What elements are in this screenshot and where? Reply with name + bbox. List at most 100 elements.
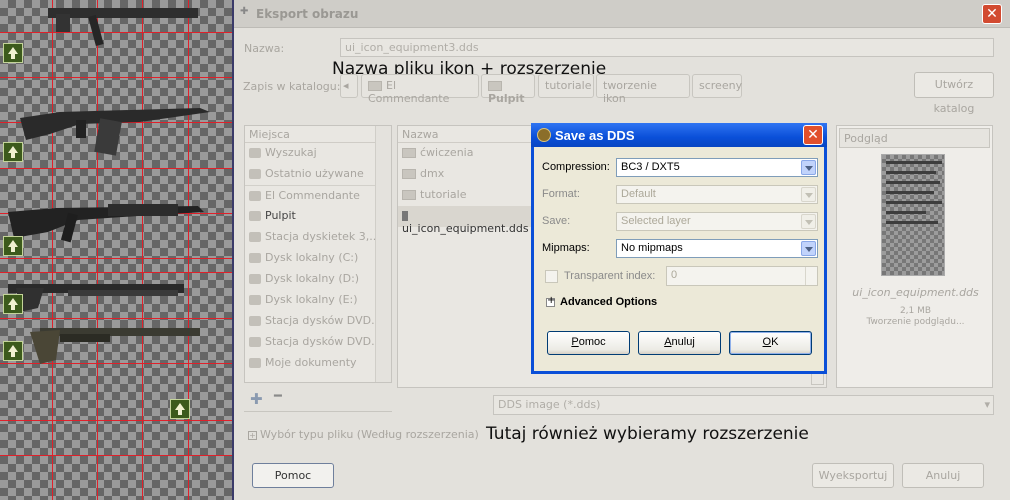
breadcrumb-label: tworzenie ikon [603, 79, 657, 105]
place-item[interactable]: Dysk lokalny (D:) [245, 269, 391, 290]
guide-line [0, 420, 232, 421]
gimp-icon [537, 128, 551, 142]
remove-place-icon[interactable]: ━ [274, 389, 282, 404]
place-label: Moje dokumenty [265, 356, 357, 369]
format-value: Default [621, 188, 656, 200]
transparent-index-value: 0 [671, 269, 678, 281]
assault-rifle-icon [8, 204, 204, 243]
place-item[interactable]: Stacja dysków DVD... [245, 332, 391, 353]
preview-status: Tworzenie podglądu... [866, 317, 965, 327]
save-select[interactable]: Selected layer [616, 212, 818, 231]
file-label: ćwiczenia [420, 146, 474, 159]
shotgun-icon [8, 284, 184, 312]
add-place-icon[interactable]: ✚ [250, 390, 263, 408]
place-label: Wyszukaj [265, 146, 317, 159]
chevron-down-icon [801, 241, 816, 256]
guide-line [0, 77, 232, 78]
breadcrumb-item[interactable]: El Commendante [361, 74, 479, 105]
dds-title: Save as DDS [555, 128, 635, 143]
pin-icon: ✚ [240, 6, 249, 17]
place-item[interactable]: Pulpit [245, 206, 391, 227]
rifle-icon [48, 8, 198, 47]
layer-arrow-icon [3, 43, 23, 63]
guide-line [0, 168, 232, 169]
chevron-left-icon: ◂ [343, 79, 349, 92]
advanced-options-expander[interactable]: Advanced Options [560, 296, 657, 308]
help-button[interactable]: Pomoc [252, 463, 334, 488]
chevron-down-icon [801, 187, 816, 202]
create-folder-button[interactable]: Utwórz katalog [914, 72, 994, 115]
close-button[interactable]: ✕ [982, 4, 1002, 24]
place-item[interactable]: Moje dokumenty [245, 353, 391, 374]
transparent-index-checkbox[interactable] [545, 270, 558, 283]
breadcrumb-item[interactable]: tworzenie ikon [596, 74, 690, 105]
places-scrollbar[interactable] [375, 126, 391, 382]
transparent-index-spinner[interactable]: 0 [666, 266, 818, 286]
dvd-icon [249, 337, 261, 347]
format-select[interactable]: Default [616, 185, 818, 204]
file-label: ui_icon_equipment.dds [402, 222, 529, 235]
dds-ok-label: OK [762, 336, 779, 348]
expand-icon: + [248, 431, 257, 440]
place-label: Stacja dyskietek 3,... [265, 230, 380, 243]
breadcrumb-back-button[interactable]: ◂ [340, 74, 358, 98]
mipmaps-value: No mipmaps [621, 242, 683, 254]
main-title: Eksport obrazu [256, 7, 359, 21]
folder-icon [402, 169, 416, 179]
file-type-expander[interactable]: + Wybór typu pliku (Według rozszerzenia) [248, 428, 479, 441]
folder-icon [249, 191, 261, 201]
place-item[interactable]: Dysk lokalny (C:) [245, 248, 391, 269]
mipmaps-select[interactable]: No mipmaps [616, 239, 818, 258]
save-label: Save: [542, 215, 571, 227]
save-in-label: Zapis w katalogu: [243, 80, 341, 93]
image-canvas[interactable] [0, 0, 232, 500]
place-item[interactable]: Ostatnio używane [245, 164, 391, 185]
dds-titlebar[interactable]: Save as DDS ✕ [531, 123, 827, 147]
main-titlebar[interactable]: ✚ Eksport obrazu ✕ [234, 0, 1010, 28]
dds-ok-button[interactable]: OK [729, 331, 812, 355]
chevron-down-icon [801, 160, 816, 175]
export-button[interactable]: Wyeksportuj [812, 463, 894, 488]
expand-icon[interactable] [546, 295, 555, 307]
place-label: Dysk lokalny (C:) [265, 251, 359, 264]
compression-select[interactable]: BC3 / DXT5 [616, 158, 818, 177]
place-item[interactable]: Wyszukaj [245, 143, 391, 164]
save-value: Selected layer [621, 215, 691, 227]
file-type-select[interactable]: DDS image (*.dds) ▾ [493, 395, 994, 415]
dds-close-button[interactable]: ✕ [803, 125, 823, 145]
guide-line [0, 272, 232, 273]
folder-icon [368, 81, 382, 91]
place-item[interactable]: Dysk lokalny (E:) [245, 290, 391, 311]
file-type-value: DDS image (*.dds) [498, 398, 601, 411]
place-item[interactable]: Stacja dyskietek 3,... [245, 227, 391, 248]
disk-icon [249, 274, 261, 284]
place-label: Dysk lokalny (D:) [265, 272, 360, 285]
dds-help-button[interactable]: Pomoc [547, 331, 630, 355]
breadcrumb-item[interactable]: tutoriale [538, 74, 594, 98]
dds-cancel-button[interactable]: Anuluj [638, 331, 721, 355]
layer-arrow-icon [170, 399, 190, 419]
file-type-expander-label: Wybór typu pliku (Według rozszerzenia) [260, 428, 479, 441]
filename-input[interactable]: ui_icon_equipment3.dds [340, 38, 994, 57]
file-label: dmx [420, 167, 445, 180]
chevron-down-icon: ▾ [984, 398, 990, 411]
search-icon [249, 148, 261, 158]
file-row[interactable]: ui_icon_equipment.dds [398, 206, 533, 235]
ak-rifle-icon [20, 108, 210, 156]
chevron-down-icon[interactable] [811, 373, 824, 385]
cancel-button[interactable]: Anuluj [902, 463, 984, 488]
save-as-dds-dialog: Save as DDS ✕ Compression: BC3 / DXT5 Fo… [531, 123, 827, 374]
place-item[interactable]: El Commendante [245, 185, 391, 206]
preview-thumbnail [881, 154, 945, 276]
places-header[interactable]: Miejsca [245, 126, 391, 143]
breadcrumb-label: Pulpit [488, 92, 525, 105]
folder-icon [402, 148, 416, 158]
layer-arrow-icon [3, 236, 23, 256]
place-label: Ostatnio używane [265, 167, 364, 180]
place-item[interactable]: Stacja dysków DVD... [245, 311, 391, 332]
divider [244, 411, 392, 412]
breadcrumb-item[interactable]: Pulpit [481, 74, 535, 105]
breadcrumb-item[interactable]: screeny [692, 74, 742, 98]
folder-icon [402, 190, 416, 200]
file-label: tutoriale [420, 188, 467, 201]
